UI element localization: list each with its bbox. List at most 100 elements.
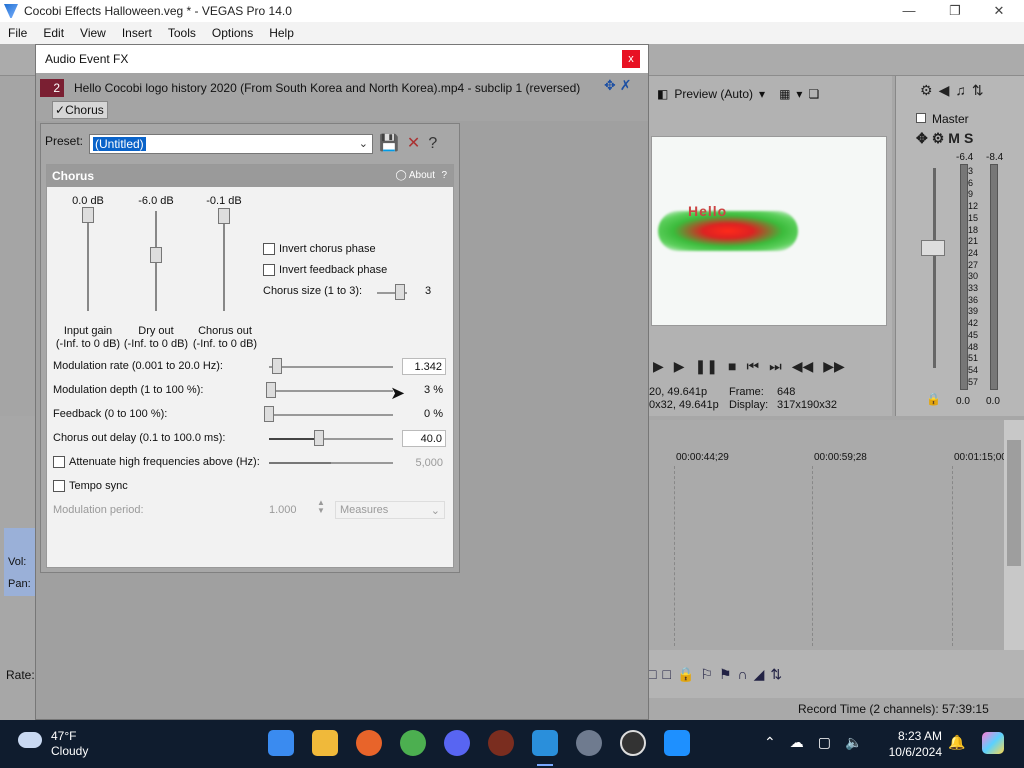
copy-snapshot-icon[interactable]: ❏ (808, 87, 819, 101)
input-gain-slider[interactable] (82, 207, 94, 223)
next-frame-icon[interactable]: ⏭ (769, 358, 782, 375)
chorus-out-slider[interactable] (218, 208, 230, 224)
chorus-delay-input[interactable]: 40.0 (402, 430, 446, 447)
mod-depth-slider[interactable] (266, 382, 277, 398)
mix-icon[interactable]: ♫ (955, 82, 972, 98)
notification-bell-icon[interactable]: 🔔 (948, 734, 965, 751)
stop-icon[interactable]: ■ (728, 358, 736, 375)
master-select-icon[interactable] (916, 113, 926, 123)
rewind-icon[interactable]: ◀◀ (792, 358, 814, 375)
network-off-icon[interactable]: ☁ (790, 734, 818, 750)
lock-icon[interactable]: 🔒 (926, 392, 941, 406)
app-alt-icon[interactable] (664, 730, 690, 756)
maximize-button[interactable]: ❐ (932, 0, 978, 22)
settings-icon[interactable] (576, 730, 602, 756)
save-preset-icon[interactable]: 💾 (379, 135, 407, 152)
checkmark-icon[interactable]: ✓ (55, 103, 65, 117)
menu-tools[interactable]: Tools (160, 26, 204, 40)
timeline[interactable]: 00:00:44;29 00:00:59;28 00:01:15;00 (648, 420, 1024, 650)
feedback-slider[interactable] (264, 406, 274, 422)
preset-label: Preset: (45, 134, 84, 148)
timeline-vscrollbar[interactable] (1004, 420, 1024, 660)
chorus-help[interactable]: ? (441, 165, 447, 187)
mod-rate-input[interactable]: 1.342 (402, 358, 446, 375)
mod-period-spinner[interactable]: ▲ ▼ (317, 499, 325, 515)
move-icon[interactable]: ✥ (916, 130, 932, 146)
vegas-taskbar-icon[interactable] (532, 730, 558, 756)
trim-icon[interactable]: □ (648, 666, 662, 682)
windows-start-icon[interactable] (268, 730, 294, 756)
chorus-size-slider[interactable] (395, 284, 405, 300)
close-window-button[interactable]: ✕ (976, 0, 1022, 22)
mute-all-icon[interactable]: ◀ (939, 82, 956, 98)
app-icon[interactable] (488, 730, 514, 756)
play-icon[interactable]: ▶ (653, 358, 664, 375)
menu-edit[interactable]: Edit (35, 26, 72, 40)
menu-insert[interactable]: Insert (114, 26, 160, 40)
menu-file[interactable]: File (0, 26, 35, 40)
media-player-icon[interactable] (620, 730, 646, 756)
about-link[interactable]: ◯ About (395, 165, 435, 187)
gear-icon[interactable]: ⚙ (920, 82, 939, 98)
auto-ripple-icon[interactable]: ◢ (754, 666, 771, 682)
snap-icon[interactable]: ∩ (738, 666, 754, 682)
file-explorer-icon[interactable] (312, 730, 338, 756)
tempo-sync-checkbox[interactable]: Tempo sync (53, 480, 128, 492)
solo-button[interactable]: S (964, 130, 977, 146)
mod-period-value[interactable]: 1.000 (269, 504, 297, 516)
tune-icon[interactable]: ⇅ (972, 82, 990, 98)
dry-out-slider[interactable] (150, 247, 162, 263)
checkbox-box[interactable] (53, 480, 65, 492)
preset-dropdown[interactable]: (Untitled) ⌄ (89, 134, 373, 154)
cloud-icon[interactable] (18, 732, 42, 748)
crossfade-icon[interactable]: ⇅ (770, 666, 788, 682)
preview-mode-dropdown[interactable]: Preview (Auto) (674, 87, 753, 101)
clock[interactable]: 8:23 AM 10/6/2024 (882, 728, 942, 760)
discord-icon[interactable] (444, 730, 470, 756)
copilot-icon[interactable] (982, 732, 1004, 754)
chevron-down-icon[interactable]: ▾ (759, 87, 765, 101)
menu-view[interactable]: View (72, 26, 114, 40)
firefox-icon[interactable] (356, 730, 382, 756)
menu-options[interactable]: Options (204, 26, 261, 40)
checkbox-box[interactable] (53, 456, 65, 468)
scroll-thumb[interactable] (1007, 440, 1021, 566)
chorus-tab[interactable]: ✓Chorus (52, 101, 108, 119)
dialog-close-button[interactable]: x (622, 50, 640, 68)
delete-preset-icon[interactable]: ✕ (407, 135, 428, 152)
region-icon[interactable]: ⚑ (719, 666, 738, 682)
remove-plugin-icon[interactable]: ✗ (620, 77, 636, 93)
mute-button[interactable]: M (948, 130, 964, 146)
help-icon[interactable]: ? (428, 135, 445, 152)
checkbox-box[interactable] (263, 264, 275, 276)
invert-chorus-checkbox[interactable]: Invert chorus phase (263, 243, 376, 255)
chevron-up-icon[interactable]: ⌃ (764, 734, 790, 750)
track-header[interactable]: Vol: Pan: (4, 528, 38, 596)
mod-period-unit: Measures (340, 504, 389, 516)
menu-help[interactable]: Help (261, 26, 302, 40)
chevron-down-icon[interactable]: ▾ (796, 87, 802, 101)
pause-icon[interactable]: ❚❚ (695, 358, 718, 375)
chrome-icon[interactable] (400, 730, 426, 756)
prev-frame-icon[interactable]: ⏮ (747, 358, 760, 375)
weather-widget[interactable]: 47°F Cloudy (51, 729, 88, 759)
minimize-button[interactable]: — (886, 0, 932, 22)
play-alt-icon[interactable]: ▶ (674, 358, 685, 375)
attenuate-checkbox[interactable]: Attenuate high frequencies above (Hz): (53, 456, 260, 468)
chorus-delay-slider[interactable] (313, 430, 324, 446)
checkbox-box[interactable] (263, 243, 275, 255)
plugin-chain-icon[interactable]: ✥ (604, 77, 620, 93)
grid-icon[interactable]: ▦ (779, 87, 790, 101)
display-icon[interactable]: ▢ (818, 734, 845, 750)
master-fader-knob[interactable] (921, 240, 945, 256)
mod-period-unit-dropdown[interactable]: Measures ⌄ (335, 501, 445, 519)
fast-forward-icon[interactable]: ▶▶ (823, 358, 845, 375)
lock-icon[interactable]: 🔒 (677, 666, 700, 682)
split-screen-icon[interactable]: ◧ (657, 87, 668, 101)
invert-feedback-checkbox[interactable]: Invert feedback phase (263, 264, 387, 276)
mod-rate-slider[interactable] (272, 358, 283, 374)
volume-icon[interactable]: 🔈 (845, 734, 876, 750)
marker-icon[interactable]: ⚐ (700, 666, 719, 682)
fx-icon[interactable]: ⚙ (932, 130, 949, 146)
split-icon[interactable]: □ (662, 666, 676, 682)
